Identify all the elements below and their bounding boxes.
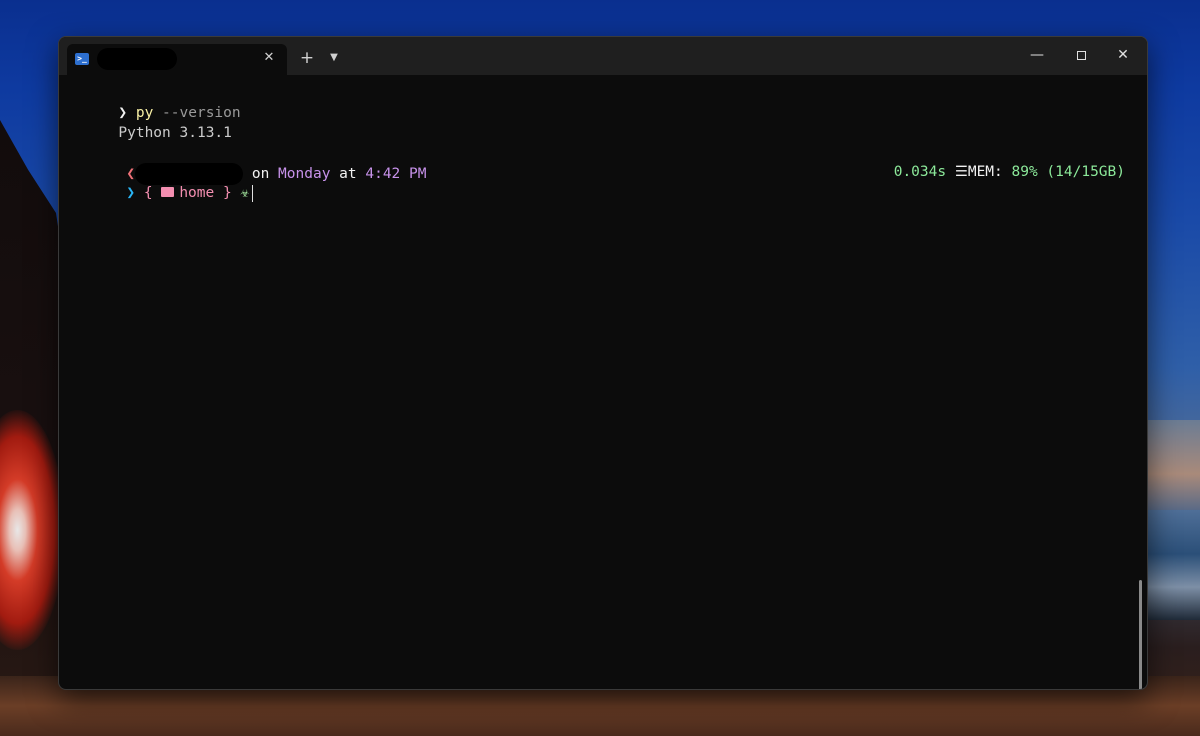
open-brace: {: [143, 185, 162, 201]
desktop-horizon: [1140, 420, 1200, 510]
scrollbar[interactable]: [1139, 580, 1142, 689]
close-brace: }: [214, 185, 232, 201]
output-line: Python 3.13.1: [66, 103, 232, 141]
day-text: Monday: [278, 166, 331, 182]
desktop-sea: [1140, 510, 1200, 620]
command-line-1: ❯ py --version: [66, 83, 240, 121]
prompt-info-line: ❮ on Monday at 4:42 PM: [74, 143, 426, 185]
biohazard-icon: ☣: [240, 185, 250, 201]
close-tab-icon[interactable]: ✕: [261, 50, 277, 66]
text-cursor: [252, 184, 254, 202]
prompt-chevron-icon: ❯: [126, 185, 136, 201]
at-text: at: [330, 166, 366, 182]
tab-title: [97, 48, 177, 70]
close-window-button[interactable]: ✕: [1101, 41, 1145, 69]
terminal-content[interactable]: ❯ py --version Python 3.13.1 ❮ on Monday…: [59, 75, 1147, 689]
terminal-window: >_ ✕ + ▼ — ✕ ❯ py --version Python 3.13.…: [58, 36, 1148, 690]
command-output: Python 3.13.1: [118, 125, 232, 141]
maximize-icon: [1076, 50, 1086, 60]
powershell-icon: >_: [75, 53, 89, 65]
maximize-button[interactable]: [1059, 41, 1103, 69]
current-dir: home: [179, 185, 215, 201]
exec-duration: 0.034s: [893, 164, 947, 180]
time-text: 4:42 PM: [365, 166, 427, 182]
minimize-button[interactable]: —: [1015, 41, 1059, 69]
mem-value: 89% (14/15GB): [1011, 164, 1126, 180]
status-right: 0.034s ☰MEM: 89% (14/15GB): [841, 142, 1125, 180]
tab-powershell[interactable]: >_ ✕: [67, 44, 287, 75]
folder-icon: [161, 187, 175, 197]
title-bar[interactable]: >_ ✕ + ▼ — ✕: [59, 37, 1147, 75]
mem-label: MEM:: [967, 164, 1012, 180]
new-tab-button[interactable]: +: [297, 48, 317, 68]
prompt-line: ❯ { home } ☣: [74, 163, 254, 202]
chevron-down-icon[interactable]: ▼: [324, 48, 344, 68]
memory-icon: ☰: [954, 164, 968, 180]
